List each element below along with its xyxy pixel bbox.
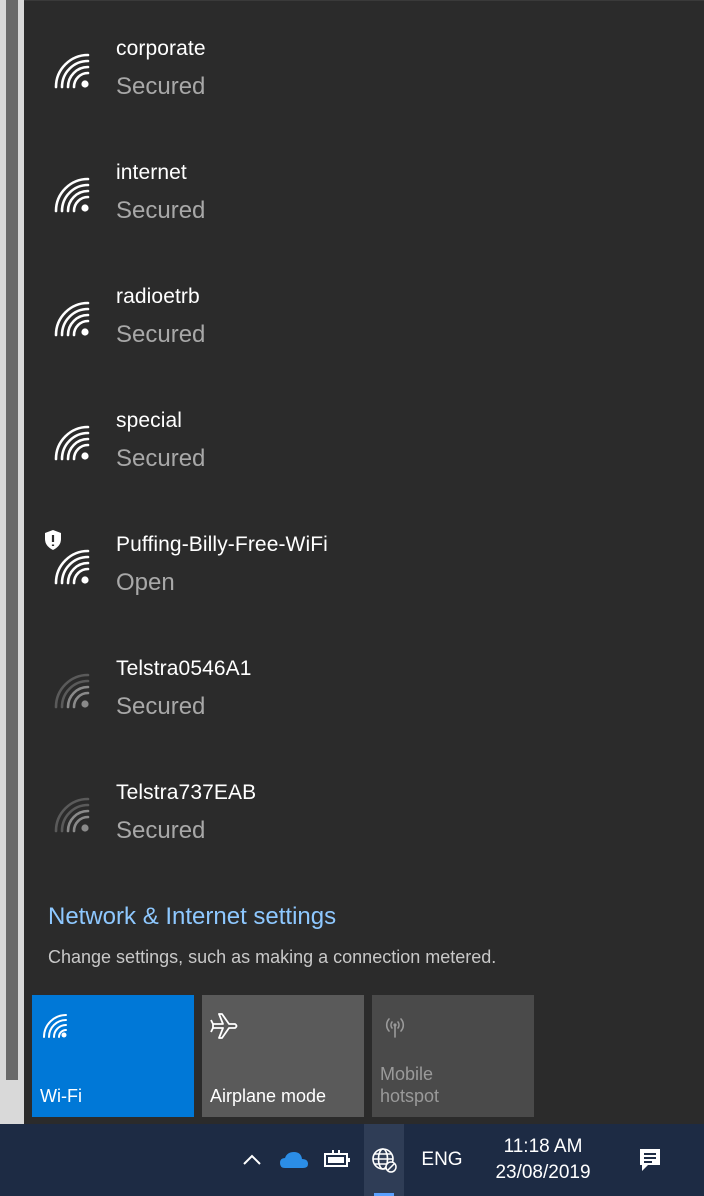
window-edge: [6, 0, 18, 1080]
wifi-signal-icon: [54, 53, 90, 89]
network-item[interactable]: Telstra737EAB Secured: [24, 769, 704, 881]
globe-network-icon: [372, 1148, 397, 1173]
onedrive-tray-button[interactable]: [274, 1124, 314, 1196]
wifi-toggle-tile[interactable]: Wi-Fi: [32, 995, 194, 1117]
wifi-tile-label: Wi-Fi: [40, 1086, 82, 1106]
network-name: radioetrb: [116, 285, 200, 308]
network-item[interactable]: special Secured: [24, 397, 704, 509]
network-flyout: corporate Secured internet Secured radioetrb…: [24, 0, 704, 1125]
network-item[interactable]: Puffing-Billy-Free-WiFi Open: [24, 521, 704, 633]
hotspot-tile-label: Mobile hotspot: [380, 1064, 440, 1106]
network-status: Secured: [116, 73, 206, 100]
network-name: Telstra0546A1: [116, 657, 252, 680]
shield-warning-icon: [45, 530, 61, 550]
taskbar: ENG 11:18 AM 23/08/2019: [0, 1124, 704, 1196]
clock-button[interactable]: 11:18 AM 23/08/2019: [478, 1124, 608, 1196]
clock-date: 23/08/2019: [495, 1162, 591, 1183]
chevron-up-icon: [243, 1154, 261, 1165]
network-item[interactable]: corporate Secured: [24, 25, 704, 137]
network-tray-button[interactable]: [364, 1124, 404, 1196]
wifi-signal-icon: [54, 177, 90, 213]
network-status: Secured: [116, 817, 206, 844]
network-status: Secured: [116, 321, 206, 348]
hotspot-icon: [385, 1018, 405, 1038]
wifi-icon: [43, 1014, 67, 1038]
wifi-signal-icon: [54, 797, 90, 833]
network-name: Telstra737EAB: [116, 781, 257, 804]
wifi-signal-icon: [54, 301, 90, 337]
network-name: Puffing-Billy-Free-WiFi: [116, 533, 328, 556]
network-status: Secured: [116, 693, 206, 720]
input-language-button[interactable]: ENG: [412, 1124, 472, 1196]
show-hidden-icons-button[interactable]: [232, 1124, 272, 1196]
settings-description: Change settings, such as making a connec…: [48, 947, 497, 967]
airplane-mode-tile[interactable]: Airplane mode: [202, 995, 364, 1117]
wifi-signal-icon: [54, 425, 90, 461]
wifi-signal-icon: [54, 673, 90, 709]
network-name: corporate: [116, 37, 206, 60]
power-tray-button[interactable]: [318, 1124, 358, 1196]
cloud-icon: [280, 1152, 308, 1168]
battery-plug-icon: [324, 1150, 350, 1167]
network-item[interactable]: internet Secured: [24, 149, 704, 261]
airplane-icon: [210, 1013, 238, 1039]
notification-icon: [640, 1149, 660, 1171]
network-item[interactable]: radioetrb Secured: [24, 273, 704, 385]
network-name: special: [116, 409, 183, 432]
network-status: Secured: [116, 197, 206, 224]
network-status: Open: [116, 569, 175, 596]
network-item[interactable]: Telstra0546A1 Secured: [24, 645, 704, 757]
mobile-hotspot-tile[interactable]: Mobile hotspot: [372, 995, 534, 1117]
wifi-open-warning-icon: [54, 549, 90, 585]
network-name: internet: [116, 161, 187, 184]
desktop-edge: [0, 0, 24, 1124]
airplane-tile-label: Airplane mode: [210, 1086, 327, 1106]
network-internet-settings-link[interactable]: Network & Internet settings: [48, 903, 336, 931]
clock-time: 11:18 AM: [503, 1136, 583, 1157]
action-center-button[interactable]: [620, 1124, 680, 1196]
network-status: Secured: [116, 445, 206, 472]
